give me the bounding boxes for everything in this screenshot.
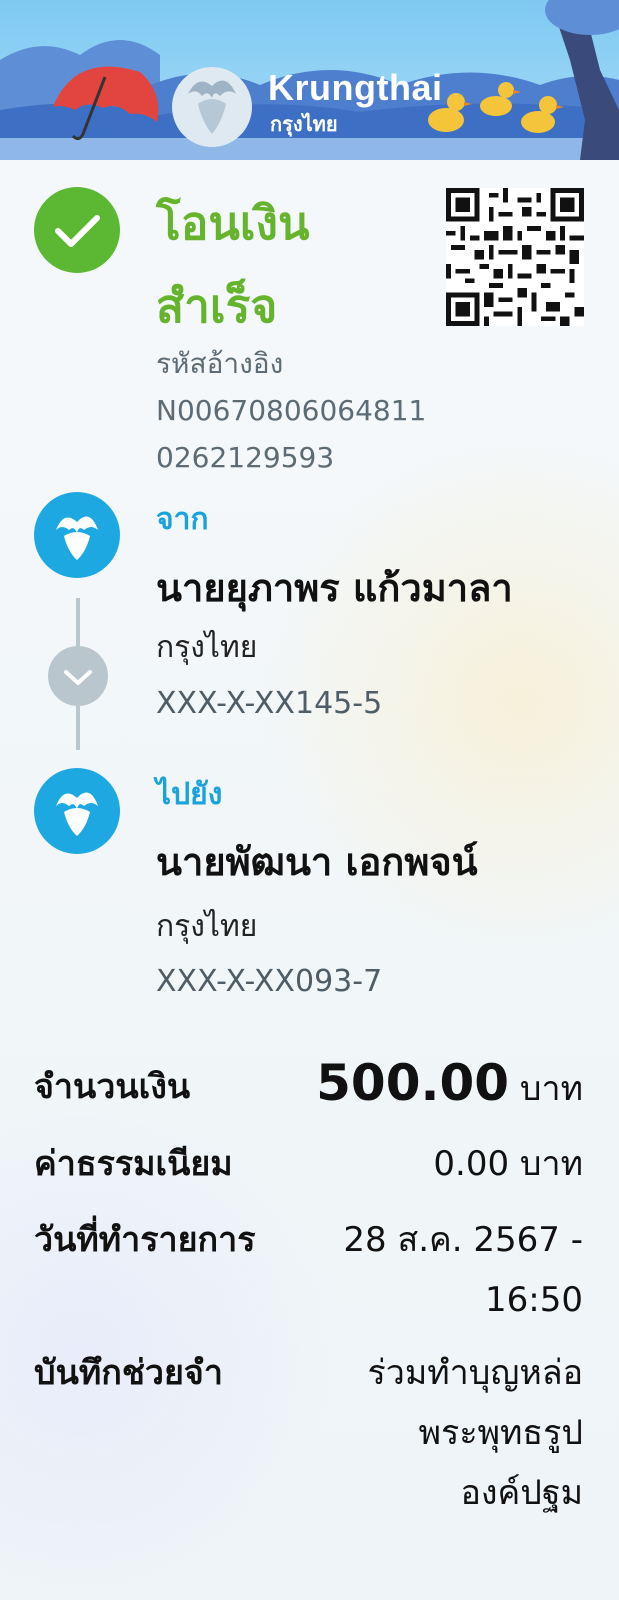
from-account: XXX-X-XX145-5 [156,686,383,721]
connector-line-top [76,598,80,646]
brand-sub: กรุงไทย [270,112,338,136]
krungthai-bird-icon [56,792,98,836]
fee-value: 0.00 บาท [433,1144,583,1184]
check-icon [55,215,100,247]
amount-label: จำนวนเงิน [34,1067,191,1107]
krungthai-bird-icon [56,516,98,560]
status-title-line1: โอนเงิน [156,196,310,250]
fee-label: ค่าธรรมเนียม [34,1144,233,1184]
date-value-line1: 28 ส.ค. 2567 - [343,1220,583,1260]
to-name: นายพัฒนา เอกพจน์ [156,840,478,884]
memo-value-line3: องค์ปฐม [460,1473,583,1513]
from-label: จาก [156,502,209,537]
duck-icon [428,82,564,133]
status-title-line2: สำเร็จ [156,279,278,333]
brand-name: Krungthai [268,67,443,108]
date-value-line2: 16:50 [485,1280,583,1320]
from-bank-avatar [34,492,120,578]
chevron-down-icon [64,670,92,685]
success-check-icon [34,187,120,273]
memo-label: บันทึกช่วยจำ [34,1353,223,1393]
to-label: ไปยัง [156,777,223,812]
from-bank: กรุงไทย [156,630,258,665]
reference-label: รหัสอ้างอิง [156,347,284,380]
qr-code [446,188,584,326]
amount-currency: บาท [519,1069,583,1109]
date-label: วันที่ทำรายการ [34,1220,256,1260]
to-bank: กรุงไทย [156,909,258,944]
connector-line-bottom [76,706,80,750]
memo-value-line1: ร่วมทำบุญหล่อ [367,1353,584,1393]
from-name: นายยุภาพร แก้วมาลา [156,566,513,610]
reference-value-line1: N00670806064811 [156,394,427,427]
to-account: XXX-X-XX093-7 [156,964,383,999]
umbrella-icon [53,66,159,141]
reference-value-line2: 0262129593 [156,441,335,474]
amount-value-row: 500.00 บาท [316,1058,583,1108]
amount-value: 500.00 [316,1054,510,1112]
krungthai-logo [172,67,252,147]
direction-indicator [48,646,108,706]
memo-value-line2: พระพุทธรูป [418,1413,583,1453]
header-banner: Krungthai กรุงไทย [0,0,619,160]
to-bank-avatar [34,768,120,854]
